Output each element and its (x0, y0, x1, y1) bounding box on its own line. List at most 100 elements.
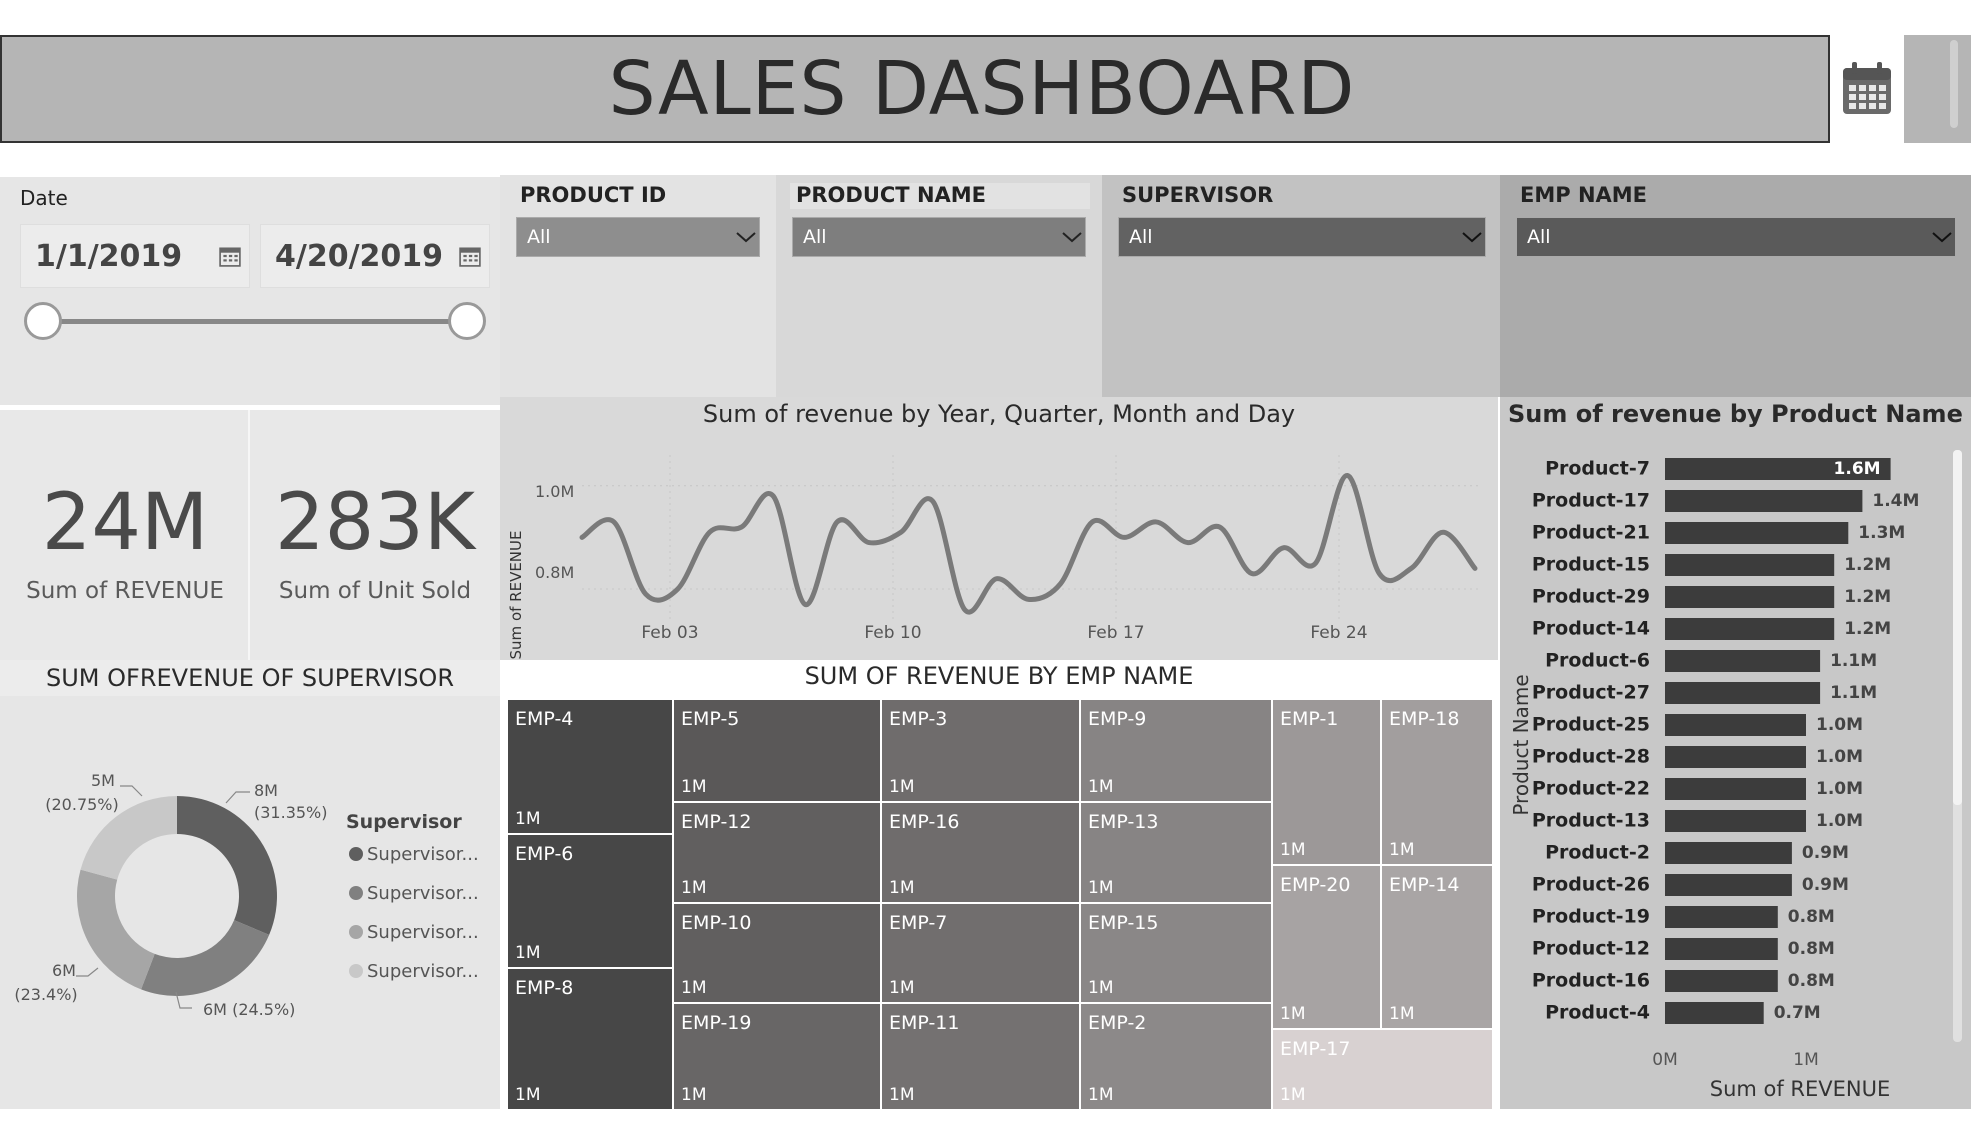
treemap-cell[interactable]: EMP-1 1M (1273, 700, 1380, 864)
line-point[interactable] (708, 530, 712, 534)
legend-item[interactable]: Supervisor... (367, 922, 479, 943)
line-point[interactable] (1154, 520, 1158, 524)
donut-slice[interactable] (76, 869, 155, 990)
bar-data-label: 1.4M (1872, 491, 1919, 511)
units-kpi-value: 283K (274, 478, 476, 568)
bar[interactable] (1665, 650, 1821, 672)
product-name-dropdown[interactable]: All (792, 217, 1086, 257)
header-scrollbar[interactable] (1950, 40, 1958, 128)
donut-slice[interactable] (141, 920, 270, 996)
line-point[interactable] (899, 530, 903, 534)
treemap-cell[interactable]: EMP-5 1M (674, 700, 880, 801)
calendar-icon[interactable] (459, 245, 481, 267)
treemap-cell[interactable]: EMP-16 1M (882, 803, 1079, 902)
line-point[interactable] (1090, 520, 1094, 524)
treemap-cell[interactable]: EMP-6 1M (508, 835, 672, 967)
bar[interactable] (1665, 810, 1806, 832)
line-point[interactable] (771, 494, 775, 498)
bar-category-label: Product-6 (1545, 650, 1650, 672)
end-date-input[interactable]: 4/20/2019 (260, 224, 490, 288)
bar[interactable] (1665, 714, 1806, 736)
start-date-input[interactable]: 1/1/2019 (20, 224, 250, 288)
treemap-cell[interactable]: EMP-4 1M (508, 700, 672, 833)
bar[interactable] (1665, 874, 1792, 896)
filter-label: PRODUCT ID (520, 183, 667, 207)
line-point[interactable] (963, 608, 967, 612)
filter-supervisor: SUPERVISOR All (1102, 175, 1500, 397)
bar[interactable] (1665, 938, 1778, 960)
line-point[interactable] (1377, 572, 1381, 576)
legend-item[interactable]: Supervisor... (367, 844, 479, 865)
treemap-cell[interactable]: EMP-18 1M (1382, 700, 1492, 864)
line-point[interactable] (612, 520, 616, 524)
calendar-button[interactable] (1830, 35, 1904, 143)
bar-data-label: 1.2M (1844, 619, 1891, 639)
bar-chart-scroll-thumb[interactable] (1953, 450, 1962, 805)
product-id-dropdown[interactable]: All (516, 217, 760, 257)
line-point[interactable] (1409, 566, 1413, 570)
legend[interactable]: Supervisor... Supervisor... Supervisor... S… (349, 844, 479, 982)
bar-data-label: 1.1M (1830, 651, 1877, 671)
line-point[interactable] (1186, 541, 1190, 545)
bar[interactable] (1665, 682, 1821, 704)
calendar-icon[interactable] (219, 245, 241, 267)
bar[interactable] (1665, 554, 1835, 576)
bar[interactable] (1665, 586, 1835, 608)
date-range-track[interactable] (42, 319, 468, 324)
line-point[interactable] (1122, 535, 1126, 539)
cell-name: EMP-20 (1280, 874, 1351, 896)
treemap-cell[interactable]: EMP-19 1M (674, 1004, 880, 1109)
bar[interactable] (1665, 778, 1806, 800)
line-point[interactable] (580, 535, 584, 539)
donut-chart[interactable]: 8M (31.35%) 6M (24.5%) 6M (23.4%) 5M (20… (0, 700, 500, 1109)
bar[interactable] (1665, 490, 1863, 512)
bar-data-label: 1.3M (1858, 523, 1905, 543)
line-point[interactable] (803, 603, 807, 607)
treemap-cell[interactable]: EMP-3 1M (882, 700, 1079, 801)
line-point[interactable] (1473, 566, 1477, 570)
line-point[interactable] (1282, 546, 1286, 550)
legend-item[interactable]: Supervisor... (367, 961, 479, 982)
line-point[interactable] (1441, 530, 1445, 534)
emp-name-dropdown[interactable]: All (1516, 217, 1956, 257)
treemap-cell[interactable]: EMP-17 1M (1273, 1030, 1492, 1109)
legend-item[interactable]: Supervisor... (367, 883, 479, 904)
line-point[interactable] (1218, 525, 1222, 529)
treemap-cell[interactable]: EMP-15 1M (1081, 904, 1271, 1002)
treemap-cell[interactable]: EMP-14 1M (1382, 866, 1492, 1028)
line-point[interactable] (931, 499, 935, 503)
date-range-end-handle[interactable] (448, 302, 486, 340)
bar[interactable] (1665, 842, 1792, 864)
bar-chart[interactable]: Product Name 0M 1M Sum of REVENUE Produc… (1500, 440, 1971, 1109)
line-point[interactable] (867, 541, 871, 545)
line-point[interactable] (1058, 582, 1062, 586)
cell-value: 1M (1280, 1085, 1306, 1105)
line-point[interactable] (644, 592, 648, 596)
treemap-cell[interactable]: EMP-2 1M (1081, 1004, 1271, 1109)
line-point[interactable] (1027, 597, 1030, 601)
line-point[interactable] (739, 525, 743, 529)
supervisor-dropdown[interactable]: All (1118, 217, 1486, 257)
line-chart[interactable]: Sum of REVENUE 1.0M 0.8M Feb 03 Feb 10 F… (500, 440, 1498, 660)
treemap-cell[interactable]: EMP-20 1M (1273, 866, 1380, 1028)
line-point[interactable] (995, 577, 999, 581)
date-range-start-handle[interactable] (24, 302, 62, 340)
treemap-cell[interactable]: EMP-12 1M (674, 803, 880, 902)
line-point[interactable] (835, 520, 839, 524)
bar[interactable] (1665, 970, 1778, 992)
treemap-cell[interactable]: EMP-8 1M (508, 969, 672, 1109)
line-point[interactable] (676, 587, 680, 591)
line-point[interactable] (1345, 473, 1349, 477)
bar[interactable] (1665, 746, 1806, 768)
line-point[interactable] (1250, 572, 1254, 576)
bar[interactable] (1665, 1002, 1764, 1024)
treemap-cell[interactable]: EMP-9 1M (1081, 700, 1271, 801)
treemap-cell[interactable]: EMP-11 1M (882, 1004, 1079, 1109)
line-point[interactable] (1314, 561, 1318, 565)
treemap-cell[interactable]: EMP-7 1M (882, 904, 1079, 1002)
bar[interactable] (1665, 906, 1778, 928)
treemap-cell[interactable]: EMP-13 1M (1081, 803, 1271, 902)
bar[interactable] (1665, 618, 1835, 640)
bar[interactable] (1665, 522, 1849, 544)
treemap-cell[interactable]: EMP-10 1M (674, 904, 880, 1002)
